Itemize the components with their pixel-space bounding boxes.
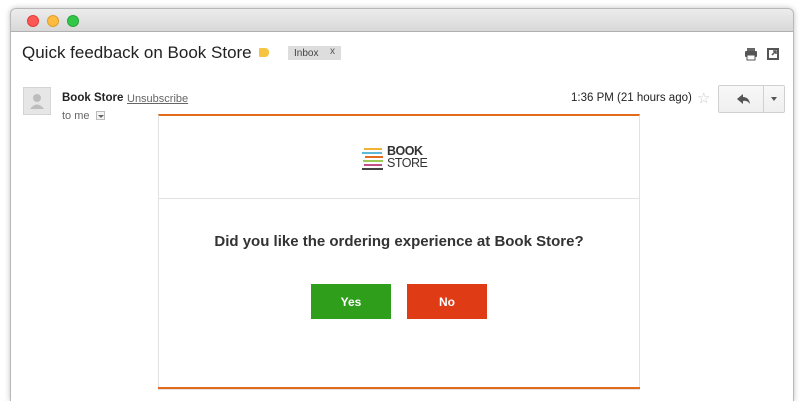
- logo-line-2: STORE: [387, 156, 428, 170]
- email-window: Quick feedback on Book Store Inbox x Boo…: [10, 8, 794, 401]
- feedback-question: Did you like the ordering experience at …: [214, 233, 584, 250]
- zoom-window-button[interactable]: [67, 15, 79, 27]
- remove-label-button[interactable]: x: [330, 46, 335, 57]
- unsubscribe-link[interactable]: Unsubscribe: [127, 93, 188, 105]
- reply-icon: [737, 94, 750, 104]
- avatar-icon: [30, 94, 44, 109]
- close-window-button[interactable]: [27, 15, 39, 27]
- feedback-card: BOOK STORE Did you like the ordering exp…: [158, 114, 640, 390]
- sender-avatar[interactable]: [23, 87, 51, 115]
- minimize-window-button[interactable]: [47, 15, 59, 27]
- bookstore-logo: BOOK STORE: [362, 144, 434, 174]
- card-bottom-border: [158, 387, 640, 389]
- popout-icon[interactable]: [766, 47, 780, 61]
- yes-button[interactable]: Yes: [311, 284, 391, 319]
- no-button[interactable]: No: [407, 284, 487, 319]
- inbox-label-text: Inbox: [294, 47, 319, 59]
- email-subject: Quick feedback on Book Store: [22, 43, 252, 62]
- print-icon[interactable]: [744, 47, 758, 61]
- recipient-text: to me: [62, 110, 90, 122]
- inbox-label-chip[interactable]: Inbox x: [288, 46, 341, 60]
- label-tag-icon[interactable]: [259, 48, 269, 57]
- reply-button[interactable]: [718, 85, 764, 113]
- email-timestamp: 1:36 PM (21 hours ago): [571, 92, 692, 104]
- book-stack-icon: [362, 148, 383, 170]
- star-icon[interactable]: ☆: [697, 89, 710, 107]
- more-options-icon[interactable]: [763, 85, 785, 113]
- show-details-dropdown[interactable]: [96, 111, 105, 120]
- title-bar: [11, 9, 793, 32]
- logo-text: BOOK STORE: [387, 145, 428, 170]
- card-divider: [159, 198, 639, 199]
- sender-name[interactable]: Book Store: [62, 92, 123, 104]
